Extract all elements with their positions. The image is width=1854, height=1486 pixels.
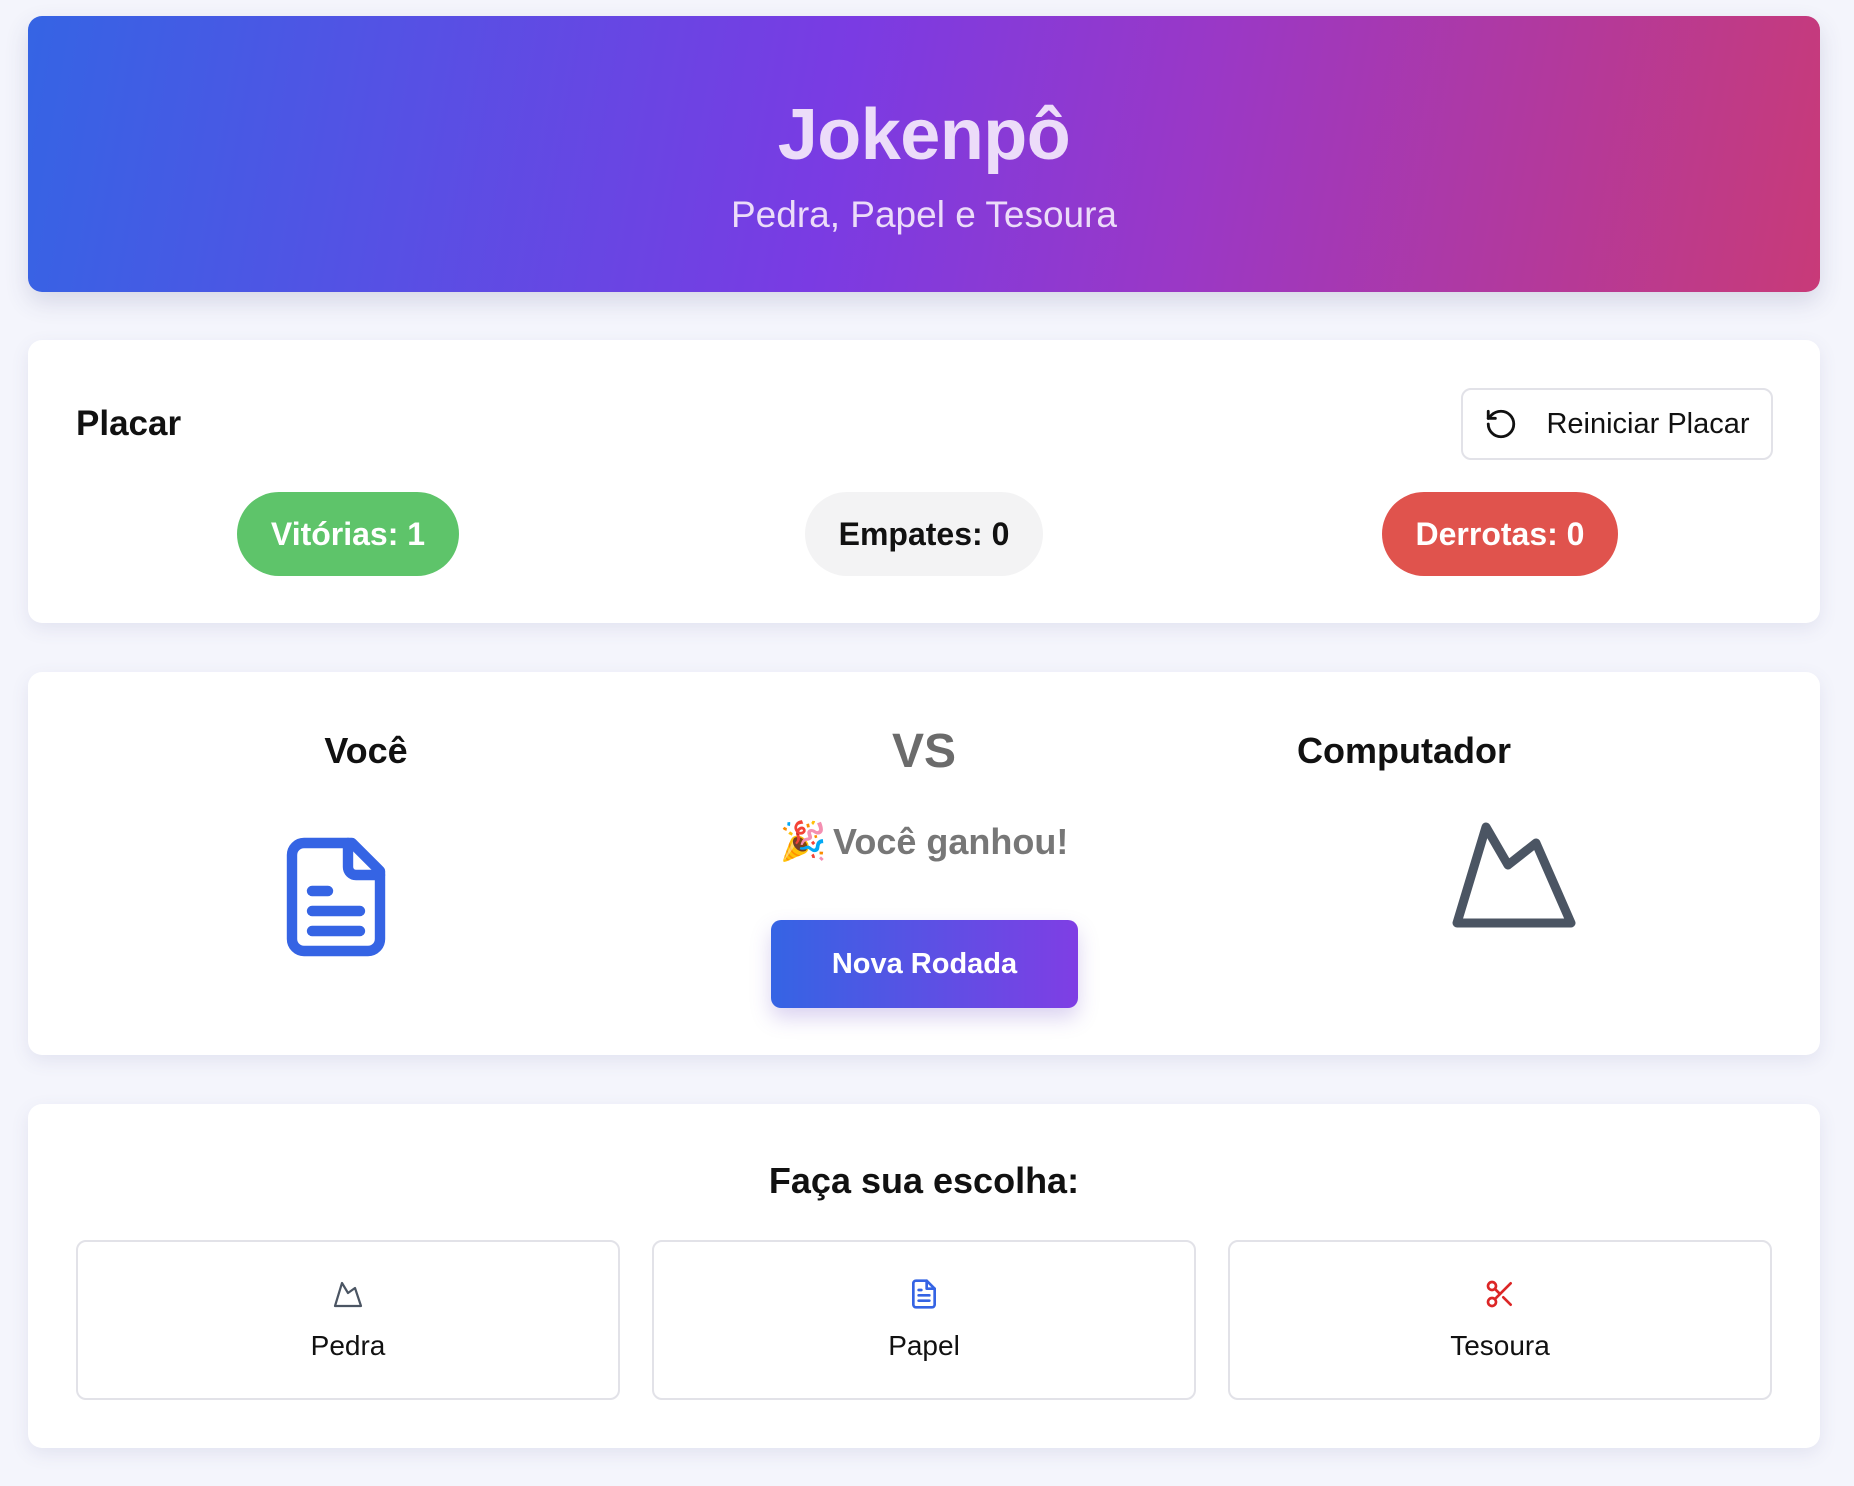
reset-score-button[interactable]: Reiniciar Placar [1461, 388, 1773, 460]
scissors-icon [1486, 1280, 1512, 1308]
player-label: Você [324, 730, 408, 771]
choice-scissors-label: Tesoura [1450, 1330, 1550, 1361]
choice-rock-label: Pedra [310, 1330, 386, 1361]
file-text-icon [286, 837, 386, 957]
choice-rock-button[interactable]: Pedra [76, 1240, 620, 1400]
vs-label: VS [891, 725, 957, 778]
result-text: Você ganhou! [832, 821, 1069, 862]
result-message: 🎉 Você ganhou! [728, 820, 1120, 864]
app-title: Jokenpô [777, 95, 1071, 175]
reset-score-label: Reiniciar Placar [1546, 407, 1750, 440]
choice-card: Faça sua escolha: Pedra Papel Tesoura [28, 1104, 1820, 1448]
choice-scissors-button[interactable]: Tesoura [1228, 1240, 1772, 1400]
mountain-icon [333, 1281, 363, 1308]
new-round-button[interactable]: Nova Rodada [771, 920, 1078, 1008]
file-text-icon [912, 1279, 936, 1309]
scoreboard-title: Placar [76, 404, 182, 443]
draws-badge: Empates: 0 [805, 492, 1043, 576]
app-subtitle: Pedra, Papel e Tesoura [730, 194, 1118, 235]
computer-label: Computador [1297, 730, 1511, 771]
scoreboard-card: Placar Reiniciar Placar Vitórias: 1 Empa… [28, 340, 1820, 623]
wins-badge: Vitórias: 1 [237, 492, 459, 576]
battle-card: Você VS Computador 🎉 Você ganhou! Nova Ro… [28, 672, 1820, 1055]
choice-paper-label: Papel [888, 1330, 960, 1361]
losses-badge: Derrotas: 0 [1382, 492, 1618, 576]
rotate-ccw-icon [1487, 409, 1516, 439]
app-header: Jokenpô Pedra, Papel e Tesoura [28, 16, 1820, 292]
mountain-icon [1452, 822, 1576, 928]
party-popper-icon: 🎉 [779, 821, 827, 863]
choice-paper-button[interactable]: Papel [652, 1240, 1196, 1400]
choice-title: Faça sua escolha: [768, 1160, 1080, 1201]
